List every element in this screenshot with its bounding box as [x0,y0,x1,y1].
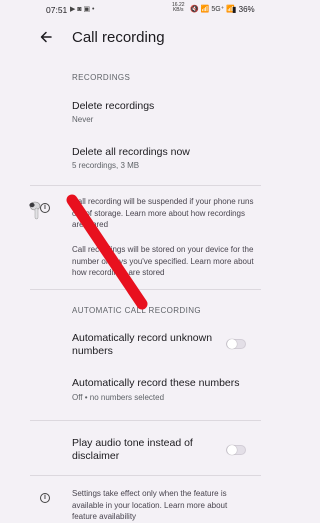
battery-percent: 36% [238,5,255,14]
availability-info-text: Settings take effect only when the featu… [72,489,228,521]
retention-info-text: Call recordings will be stored on your d… [72,245,254,277]
network-speed-unit: KB/s [172,7,184,13]
signal-icons: 🔇 📶 5G⁺ 📶 [190,6,236,13]
automatic-recording-section-header: AUTOMATIC CALL RECORDING [72,306,202,315]
delete-all-recordings-title: Delete all recordings now [72,146,190,158]
status-time: 07:51 [46,5,68,15]
divider [30,289,261,290]
storage-info-text: Call recording will be suspended if your… [72,197,254,229]
notification-icons: ▶ ◙ ▣ • [70,6,95,13]
toggle-knob [227,445,237,455]
network-speed: 16.22 KB/s [172,3,185,13]
battery-level: ▮ 36% [232,5,255,14]
page-title: Call recording [72,29,165,46]
recordings-section-header: RECORDINGS [72,73,131,82]
record-these-numbers-subtitle: Off • no numbers selected [72,393,165,402]
record-unknown-numbers-title: Automatically record unknown numbers [72,332,213,357]
delete-recordings-title: Delete recordings [72,100,155,112]
delete-all-recordings-subtitle: 5 recordings, 3 MB [72,161,140,170]
divider [30,185,261,186]
top-app-bar: Call recording [0,22,291,56]
record-unknown-numbers-toggle[interactable] [226,339,246,349]
arrow-back-icon[interactable] [38,29,54,45]
toggle-knob [227,339,237,349]
delete-recordings-subtitle: Never [72,115,94,124]
earbud-icon [29,201,41,220]
info-icon: i [40,493,50,503]
play-audio-tone-title: Play audio tone instead of disclaimer [72,437,193,462]
divider [30,420,261,421]
record-these-numbers-title: Automatically record these numbers [72,377,240,389]
play-audio-tone-toggle[interactable] [226,445,246,455]
status-bar: 07:51 ▶ ◙ ▣ • 16.22 KB/s 🔇 📶 5G⁺ 📶 ▮ 36% [0,0,291,22]
divider [30,475,261,476]
